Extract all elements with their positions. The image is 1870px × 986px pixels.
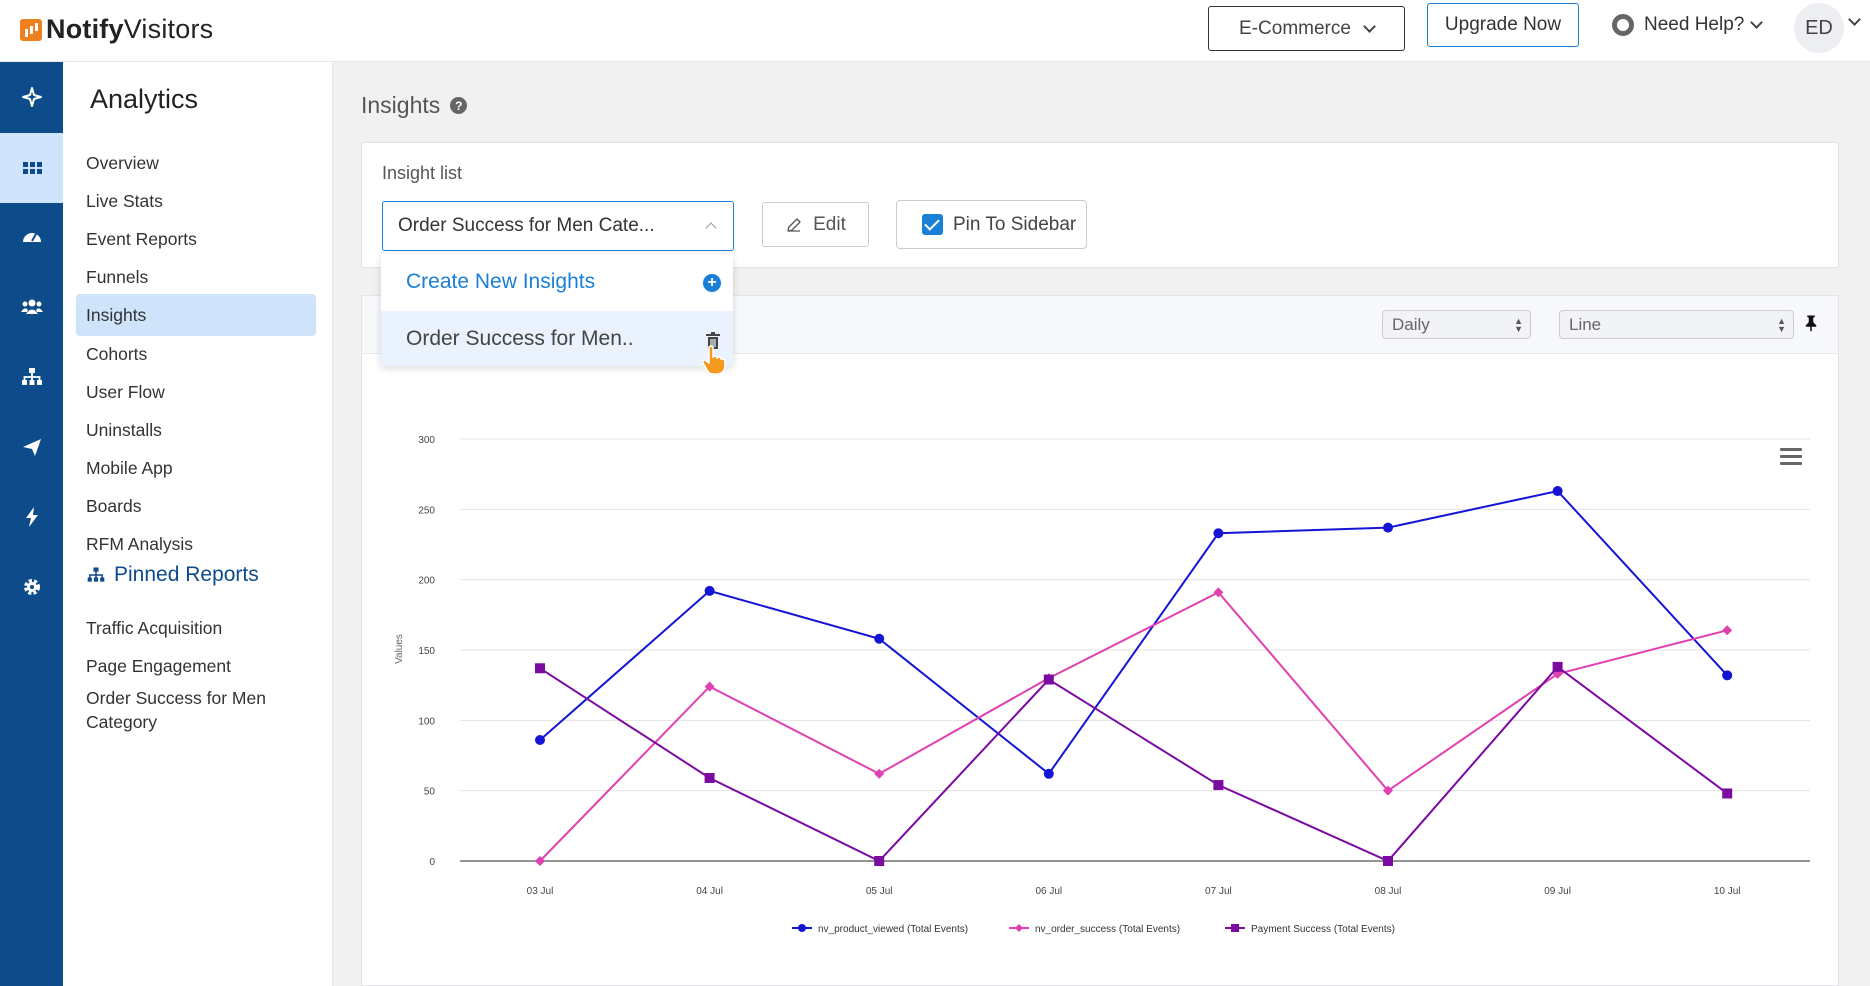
legend-item[interactable]: nv_order_success (Total Events) [1009, 924, 1180, 935]
data-point[interactable] [1552, 486, 1563, 497]
data-point[interactable] [1722, 625, 1733, 636]
data-point[interactable] [874, 856, 885, 866]
insights-line-chart: 0 50 100 150 200 250 300 03 Jul 04 Jul 05 Jul 06 … [394, 435, 1810, 935]
series-2 [535, 661, 1733, 866]
legend-item[interactable]: nv_product_viewed (Total Events) [792, 924, 968, 935]
data-point[interactable] [535, 735, 545, 746]
series-line[interactable] [539, 665, 1728, 863]
legend-label: Payment Success (Total Events) [1251, 924, 1395, 935]
x-tick-label: 07 Jul [1205, 886, 1232, 897]
data-point[interactable] [535, 663, 545, 674]
legend-label: nv_product_viewed (Total Events) [818, 924, 968, 935]
series-1 [535, 587, 1733, 866]
y-tick-label: 0 [429, 857, 435, 868]
x-tick-label: 03 Jul [527, 886, 554, 897]
data-point[interactable] [1213, 780, 1224, 791]
x-tick-label: 04 Jul [696, 886, 723, 897]
y-tick-label: 250 [418, 505, 435, 516]
data-point[interactable] [704, 585, 715, 596]
chart-series [535, 486, 1733, 866]
y-tick-label: 150 [418, 646, 435, 657]
y-tick-label: 100 [418, 716, 435, 727]
x-axis-ticks: 03 Jul 04 Jul 05 Jul 06 Jul 07 Jul 08 Jul 09 J… [527, 886, 1741, 897]
x-tick-label: 10 Jul [1714, 886, 1741, 897]
data-point[interactable] [1722, 670, 1733, 681]
pointer-hand-icon [702, 345, 726, 375]
y-tick-label: 50 [424, 787, 436, 798]
x-tick-label: 09 Jul [1544, 886, 1571, 897]
data-point[interactable] [1383, 856, 1393, 866]
data-point[interactable] [1043, 768, 1054, 779]
data-point[interactable] [1043, 674, 1054, 685]
chart-legend: nv_product_viewed (Total Events) nv_order… [792, 924, 1395, 935]
data-point[interactable] [1213, 528, 1224, 539]
plus-circle-icon[interactable]: + [703, 274, 721, 292]
create-new-insights-option[interactable]: Create New Insights + [381, 254, 733, 309]
y-axis-label: Values [394, 634, 405, 664]
insight-dropdown: Create New Insights + Order Success for … [381, 254, 733, 366]
data-point[interactable] [874, 768, 885, 779]
data-point[interactable] [1552, 661, 1563, 672]
insight-option[interactable]: Order Success for Men.. [381, 311, 733, 366]
data-point[interactable] [874, 633, 885, 644]
series-0 [535, 486, 1733, 779]
x-tick-label: 05 Jul [866, 886, 893, 897]
y-axis-ticks: 0 50 100 150 200 250 300 [418, 435, 435, 868]
data-point[interactable] [1383, 522, 1393, 533]
y-tick-label: 200 [418, 576, 435, 587]
data-point[interactable] [1722, 788, 1733, 799]
legend-label: nv_order_success (Total Events) [1035, 924, 1180, 935]
x-tick-label: 06 Jul [1035, 886, 1062, 897]
x-tick-label: 08 Jul [1375, 886, 1402, 897]
y-tick-label: 300 [418, 435, 435, 446]
data-point[interactable] [704, 773, 715, 784]
series-line[interactable] [539, 591, 1728, 862]
legend-item[interactable]: Payment Success (Total Events) [1225, 924, 1395, 935]
